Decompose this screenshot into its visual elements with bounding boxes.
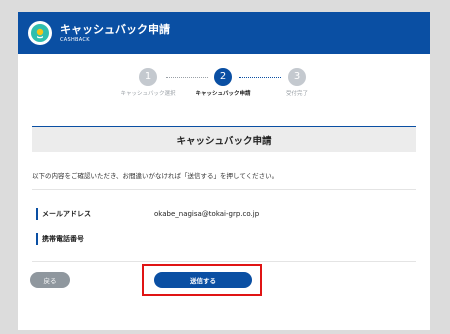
phone-row: 携帯電話番号	[36, 233, 84, 245]
section-heading: キャッシュバック申請	[32, 126, 416, 152]
step-3-number: 3	[288, 68, 306, 86]
row-marker	[36, 233, 38, 245]
page-subtitle: CASHBACK	[60, 36, 90, 43]
step-1-number: 1	[139, 68, 157, 86]
submit-button[interactable]: 送信する	[154, 272, 252, 288]
phone-label: 携帯電話番号	[42, 235, 84, 243]
back-button[interactable]: 戻る	[30, 272, 70, 288]
step-3: 3 受付完了	[247, 68, 347, 97]
header-bar: キャッシュバック申請 CASHBACK	[18, 12, 430, 54]
instruction-text: 以下の内容をご確認いただき、お間違いがなければ「送信する」を押してください。	[32, 172, 279, 180]
email-value: okabe_nagisa@tokai-grp.co.jp	[154, 210, 260, 218]
divider	[32, 189, 416, 190]
divider	[32, 261, 416, 262]
page-title: キャッシュバック申請	[60, 22, 170, 36]
row-marker	[36, 208, 38, 220]
email-row: メールアドレス okabe_nagisa@tokai-grp.co.jp	[36, 208, 259, 220]
email-label: メールアドレス	[42, 210, 91, 218]
step-2-number: 2	[214, 68, 232, 86]
coin-badge-icon	[28, 21, 52, 45]
step-3-label: 受付完了	[285, 91, 308, 97]
progress-steps: 1 キャッシュバック選択 2 キャッシュバック申請 3 受付完了	[18, 54, 430, 102]
